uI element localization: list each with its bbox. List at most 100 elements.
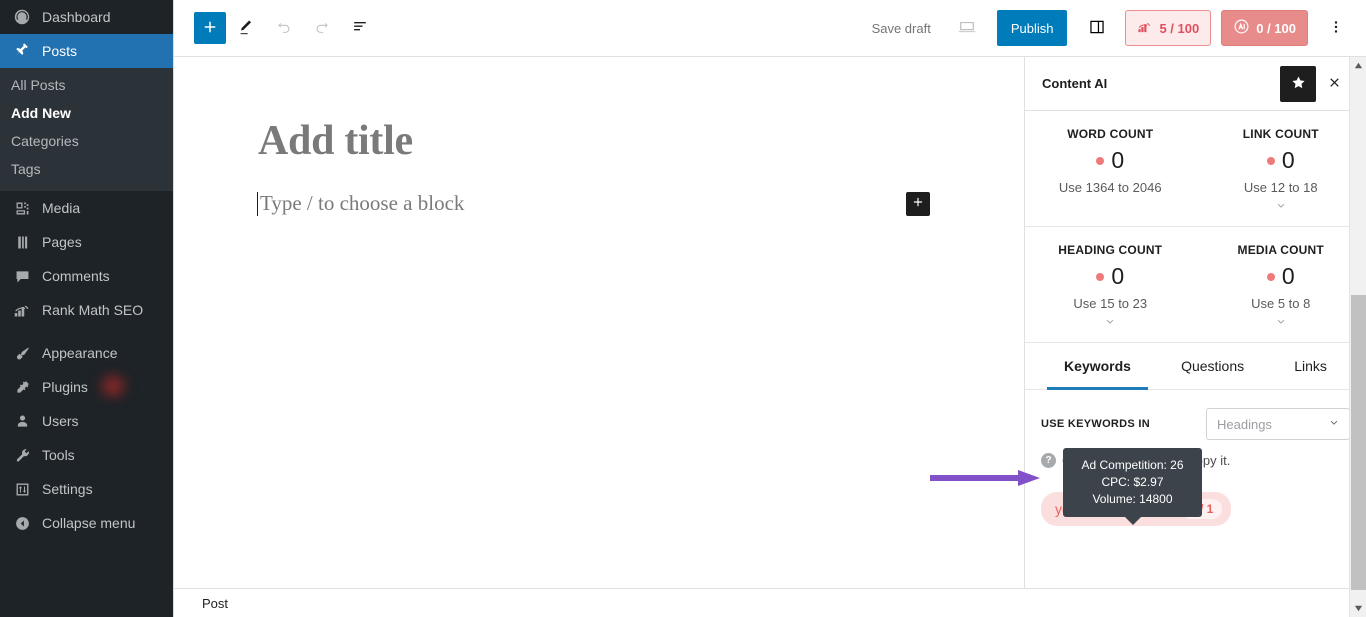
sidebar-item-dashboard[interactable]: Dashboard [0,0,173,34]
content-ai-tabs: Keywords Questions Links [1025,343,1366,390]
stat-hint: Use 15 to 23 [1073,296,1148,311]
scroll-up-button[interactable] [1350,57,1366,74]
keyword-metrics-tooltip: Ad Competition: 26 CPC: $2.97 Volume: 14… [1063,448,1202,525]
status-dot [1266,272,1275,281]
more-options-button[interactable] [1318,10,1354,46]
content-ai-header: Content AI [1025,57,1366,111]
stat-value: 0 [1111,147,1125,173]
sidebar-item-label: Pages [42,234,82,250]
sidebar-item-appearance[interactable]: Appearance [0,336,173,370]
submenu-item-tags[interactable]: Tags [0,155,173,183]
help-icon[interactable]: ? [1041,453,1056,468]
sidebar-item-pages[interactable]: Pages [0,225,173,259]
submenu-item-categories[interactable]: Categories [0,127,173,155]
content-ai-score-button[interactable]: 0 / 100 [1221,10,1308,46]
list-view-icon [350,17,370,40]
close-icon [1327,75,1342,93]
stat-expand-toggle[interactable] [1202,199,1361,216]
sidebar-item-plugins[interactable]: Plugins [0,370,173,404]
sidebar-item-users[interactable]: Users [0,404,173,438]
pencil-icon [236,17,256,40]
content-ai-title: Content AI [1042,76,1108,91]
editor-header: Save draft Publish 5 / 100 0 / 100 [174,0,1366,57]
stat-value: 0 [1111,263,1125,289]
sidebar-item-tools[interactable]: Tools [0,438,173,472]
seo-score-label: 5 / 100 [1159,20,1200,36]
submenu-item-all-posts[interactable]: All Posts [0,71,173,99]
tab-questions[interactable]: Questions [1156,343,1269,389]
sidebar-item-label: Dashboard [42,9,111,25]
stat-hint: Use 12 to 18 [1243,180,1318,195]
kebab-menu-icon [1327,18,1345,39]
status-dot [1266,156,1275,165]
breadcrumb-post[interactable]: Post [202,596,228,611]
plug-icon [11,377,33,397]
content-ai-icon [1233,18,1250,38]
tooltip-line-cpc: CPC: $2.97 [1101,475,1164,489]
content-ai-stats-row-2: HEADING COUNT 0 Use 15 to 23 MEDIA COUNT… [1025,227,1366,343]
status-dot [1096,156,1105,165]
user-icon [11,411,33,431]
collapse-icon [11,513,33,533]
tab-links[interactable]: Links [1269,343,1352,389]
wordpress-editor-screen: Dashboard Posts All Posts Add New Catego… [0,0,1366,617]
sidebar-item-comments[interactable]: Comments [0,259,173,293]
wrench-icon [11,445,33,465]
undo-icon [274,17,294,40]
keywords-header-row: USE KEYWORDS IN Headings [1041,408,1350,440]
admin-sidebar: Dashboard Posts All Posts Add New Catego… [0,0,173,617]
content-ai-stats-row-1: WORD COUNT 0 Use 1364 to 2046 LINK COUNT… [1025,111,1366,227]
editor-footer-breadcrumb: Post [174,588,1366,617]
scrollbar-thumb[interactable] [1351,295,1366,590]
editor-canvas: Add title Type / to choose a block [174,57,1025,588]
stat-hint: Use 1364 to 2046 [1058,180,1162,195]
tab-keywords[interactable]: Keywords [1039,343,1156,390]
submenu-item-add-new[interactable]: Add New [0,99,173,127]
plus-icon [201,18,219,39]
preview-icon [956,16,978,41]
editor-header-right: Save draft Publish 5 / 100 0 / 100 [860,10,1354,46]
publish-button[interactable]: Publish [996,10,1068,46]
sidebar-item-posts[interactable]: Posts [0,34,173,68]
content-ai-favorite-button[interactable] [1280,65,1316,102]
sidebar-divider [0,327,173,336]
settings-sidebar-toggle[interactable] [1079,10,1115,46]
stat-heading-count: HEADING COUNT 0 Use 15 to 23 [1025,227,1196,342]
stat-label: LINK COUNT [1242,127,1319,141]
sidebar-item-label: Collapse menu [42,515,136,531]
tooltip-line-volume: Volume: 14800 [1092,492,1173,506]
redo-button[interactable] [304,10,340,46]
seo-score-button[interactable]: 5 / 100 [1125,10,1212,46]
list-view-button[interactable] [342,10,378,46]
post-title-input[interactable]: Add title [258,117,1024,165]
scroll-down-button[interactable] [1350,600,1366,617]
panel-scrollbar[interactable] [1349,57,1366,617]
keywords-location-select[interactable]: Headings [1206,408,1350,440]
chevron-down-icon [1103,315,1117,332]
comments-icon [11,266,33,286]
tools-pencil-button[interactable] [228,10,264,46]
posts-submenu: All Posts Add New Categories Tags [0,68,173,191]
sidebar-item-rank-math-seo[interactable]: Rank Math SEO [0,293,173,327]
stat-expand-toggle[interactable] [1202,315,1361,332]
star-icon [1290,74,1307,94]
paragraph-block-placeholder[interactable]: Type / to choose a block [256,191,464,216]
block-appender-button[interactable] [906,191,930,216]
stat-link-count: LINK COUNT 0 Use 12 to 18 [1196,111,1366,226]
content-ai-close-button[interactable] [1316,66,1352,102]
stat-value: 0 [1281,147,1295,173]
stat-expand-toggle[interactable] [1031,315,1190,332]
status-dot [1096,272,1105,281]
preview-button[interactable] [947,10,987,46]
redo-icon [312,17,332,40]
sidebar-item-label: Comments [42,268,110,284]
sidebar-item-collapse-menu[interactable]: Collapse menu [0,506,173,540]
stat-media-count: MEDIA COUNT 0 Use 5 to 8 [1196,227,1366,342]
stat-value-wrap: 0 [1202,263,1361,290]
save-draft-button[interactable]: Save draft [860,15,943,42]
sidebar-item-media[interactable]: Media [0,191,173,225]
sidebar-item-settings[interactable]: Settings [0,472,173,506]
undo-button[interactable] [266,10,302,46]
block-inserter-button[interactable] [194,12,226,44]
stat-value-wrap: 0 [1202,147,1361,174]
